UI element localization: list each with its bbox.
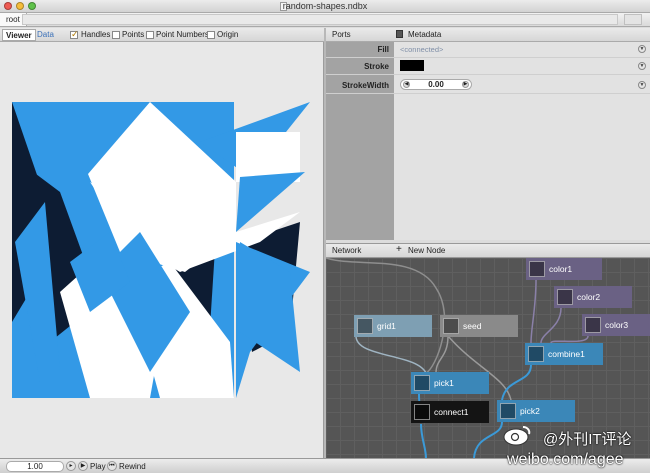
viewer-canvas[interactable] [0, 42, 324, 458]
plus-icon: + [396, 244, 402, 255]
wire [530, 279, 537, 344]
zoom-stepper-icon[interactable]: ▸ [66, 461, 76, 471]
origin-label: Origin [217, 30, 239, 39]
rewind-icon[interactable]: ⏮ [107, 461, 117, 471]
node-connect1[interactable]: connect1 [411, 401, 489, 423]
title-bar: random-shapes.ndbx [0, 0, 650, 13]
wire [550, 335, 589, 344]
node-label: color3 [605, 320, 629, 330]
node-color3[interactable]: color3 [582, 314, 650, 336]
play-icon[interactable]: ▶ [78, 461, 88, 471]
zoom-field[interactable]: 1.00 [6, 461, 64, 472]
viewer-toolbar: Viewer Data Handles Points Point Numbers… [0, 28, 324, 42]
wire [540, 307, 562, 344]
node-label: seed [463, 321, 482, 331]
node-label: connect1 [434, 407, 469, 417]
wire [501, 364, 532, 401]
new-node-button[interactable]: New Node [408, 246, 445, 255]
node-label: pick2 [520, 406, 540, 416]
strokewidth-menu-button[interactable]: ▼ [638, 81, 646, 89]
node-pick1[interactable]: pick1 [411, 372, 489, 394]
tab-viewer[interactable]: Viewer [2, 29, 36, 41]
port-row-strokewidth: StrokeWidth ◀ 0.00 ▶ ▼ [326, 76, 650, 94]
ports-header: Ports Metadata [326, 28, 650, 42]
node-grid1[interactable]: grid1 [354, 315, 432, 337]
port-label-fill: Fill [377, 45, 389, 54]
pick-icon [500, 403, 516, 419]
point-numbers-checkbox[interactable] [146, 31, 154, 39]
strokewidth-field[interactable]: ◀ 0.00 ▶ [400, 79, 472, 90]
metadata-button[interactable]: Metadata [408, 30, 441, 39]
rewind-button[interactable]: Rewind [119, 462, 146, 471]
wire [473, 421, 503, 458]
connect-icon [414, 404, 430, 420]
wire [420, 423, 427, 458]
node-combine1[interactable]: combine1 [525, 343, 603, 365]
strokewidth-value: 0.00 [428, 80, 444, 89]
tab-data[interactable]: Data [34, 29, 57, 41]
color-icon [585, 317, 601, 333]
watermark-url: weibo.com/agee [507, 451, 624, 468]
node-label: grid1 [377, 321, 396, 331]
node-label: combine1 [548, 349, 585, 359]
point-numbers-label: Point Numbers [156, 30, 209, 39]
port-row-fill: Fill <connected> ▼ [326, 42, 650, 58]
node-pick2[interactable]: pick2 [497, 400, 575, 422]
port-row-stroke: Stroke ▼ [326, 58, 650, 75]
points-label: Points [122, 30, 145, 39]
combine-icon [528, 346, 544, 362]
port-label-strokewidth: StrokeWidth [341, 81, 389, 90]
node-seed[interactable]: seed [440, 315, 518, 337]
fill-menu-button[interactable]: ▼ [638, 45, 646, 53]
node-label: pick1 [434, 378, 454, 388]
address-bar: root [0, 13, 650, 27]
wire [355, 335, 427, 374]
watermark-handle: @外刊IT评论 [543, 431, 632, 448]
node-label: color1 [549, 264, 573, 274]
grid-icon [357, 318, 373, 334]
node-label: color2 [577, 292, 601, 302]
increment-icon[interactable]: ▶ [462, 81, 469, 88]
stroke-color-swatch[interactable] [400, 60, 424, 71]
window-title: random-shapes.ndbx [282, 1, 368, 11]
play-button[interactable]: Play [90, 462, 106, 471]
origin-checkbox[interactable] [207, 31, 215, 39]
stroke-menu-button[interactable]: ▼ [638, 62, 646, 70]
network-title: Network [332, 246, 362, 255]
network-header: Network + New Node [326, 243, 650, 258]
node-color2[interactable]: color2 [554, 286, 632, 308]
handles-label: Handles [81, 30, 111, 39]
color-icon [529, 261, 545, 277]
weibo-logo-icon [503, 426, 531, 446]
address-bar-button[interactable] [624, 14, 642, 25]
color-icon [557, 289, 573, 305]
metadata-icon [396, 30, 403, 38]
ports-title: Ports [332, 30, 351, 39]
port-label-stroke: Stroke [364, 62, 389, 71]
address-field [22, 14, 618, 25]
seed-icon [443, 318, 459, 334]
random-shapes-drawing [12, 102, 310, 398]
handles-checkbox[interactable] [70, 29, 79, 40]
points-checkbox[interactable] [112, 31, 120, 39]
node-color1[interactable]: color1 [526, 258, 602, 280]
pick-icon [414, 375, 430, 391]
fill-connected-value: <connected> [400, 45, 444, 54]
